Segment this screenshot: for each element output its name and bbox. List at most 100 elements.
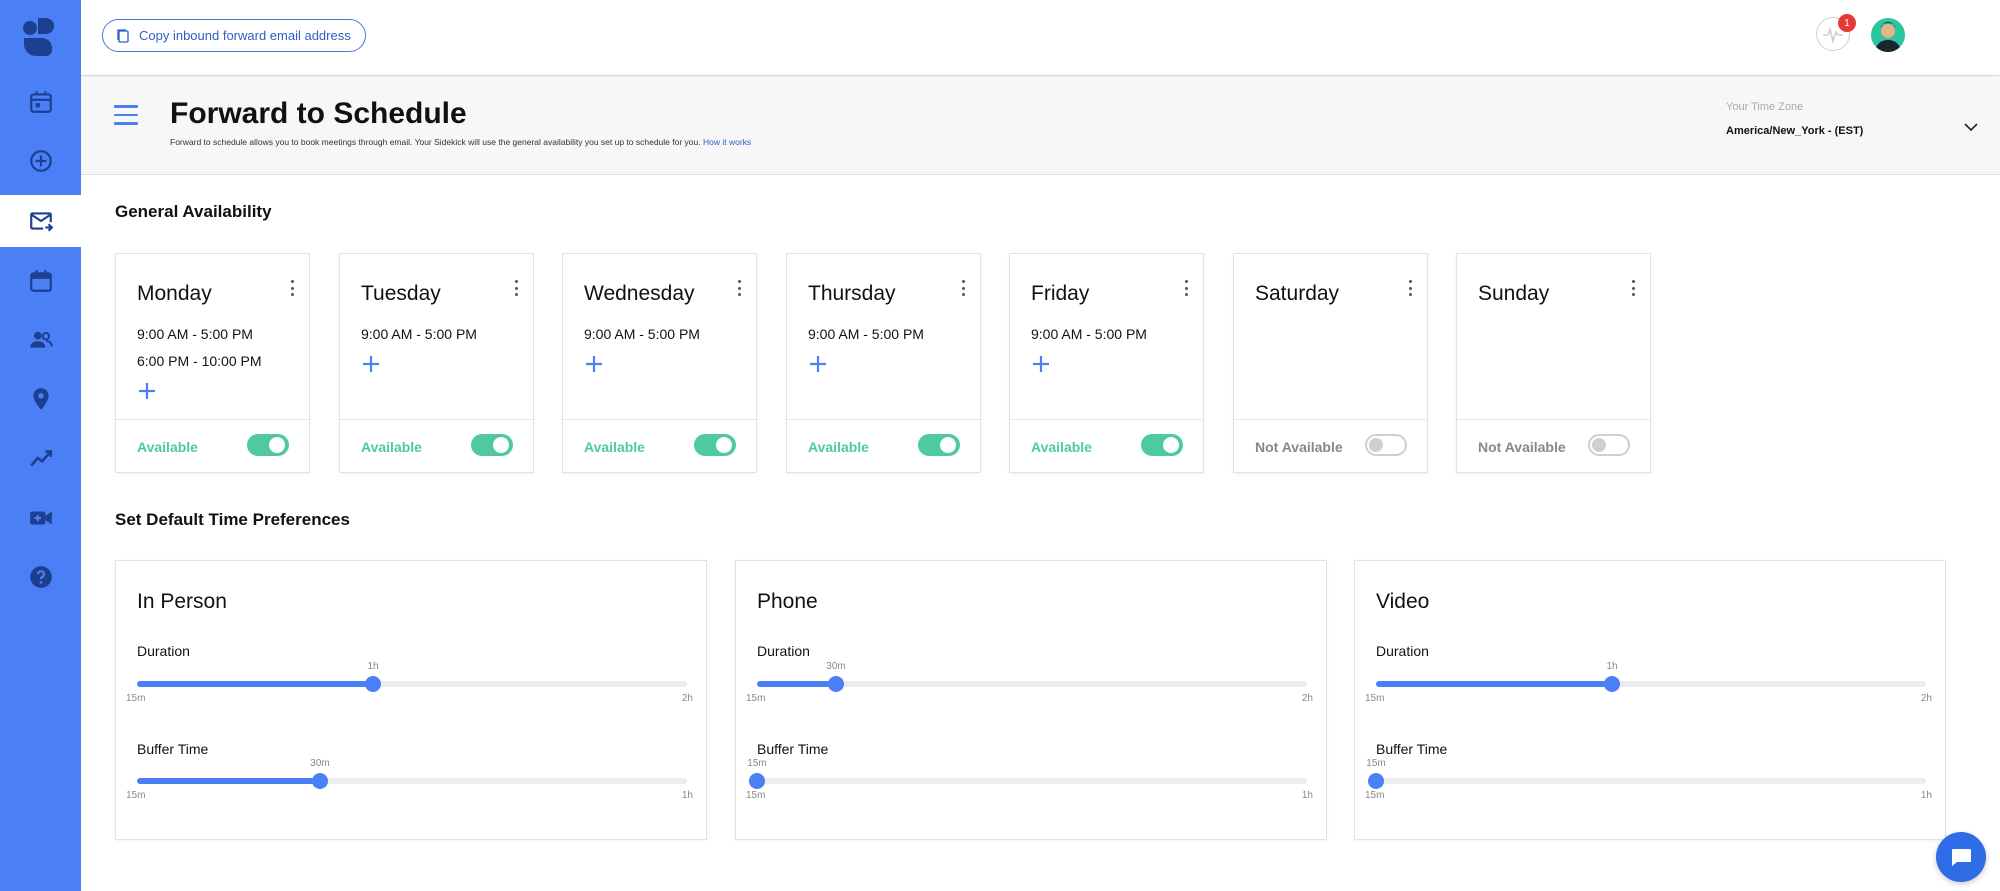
more-vertical-icon[interactable] — [960, 280, 966, 296]
user-avatar[interactable] — [1871, 18, 1905, 52]
sidebar-item-events[interactable] — [0, 76, 81, 128]
buffer-max: 1h — [1301, 790, 1313, 801]
availability-status: Not Available — [1478, 439, 1566, 455]
duration-value: 30m — [826, 661, 846, 672]
page-header: Forward to Schedule Forward to schedule … — [81, 77, 2000, 175]
timezone-select[interactable]: America/New_York - (EST) — [1726, 125, 1863, 137]
buffer-slider-thumb[interactable] — [312, 773, 328, 789]
duration-slider[interactable]: 30m 15m 2h — [746, 661, 1313, 704]
preference-card-phone: Phone Duration 30m 15m 2h Buffer Time 15… — [735, 560, 1327, 840]
day-name: Monday — [137, 282, 212, 305]
time-slot[interactable]: 9:00 AM - 5:00 PM — [1031, 326, 1147, 342]
time-slot[interactable]: 6:00 PM - 10:00 PM — [137, 353, 262, 369]
time-preferences-title: Set Default Time Preferences — [115, 510, 350, 529]
day-footer: Not Available — [1457, 419, 1650, 472]
buffer-label: Buffer Time — [137, 741, 209, 757]
time-slot[interactable]: 9:00 AM - 5:00 PM — [137, 326, 253, 342]
toggle-knob — [1592, 438, 1606, 452]
preference-title: Phone — [757, 590, 818, 613]
day-name: Wednesday — [584, 282, 695, 305]
menu-toggle-icon[interactable] — [114, 105, 138, 127]
availability-toggle[interactable] — [247, 434, 289, 456]
day-footer: Available — [1010, 419, 1203, 472]
sidebar-item-help[interactable] — [0, 551, 81, 603]
time-slot[interactable]: 9:00 AM - 5:00 PM — [361, 326, 477, 342]
time-slot[interactable]: 9:00 AM - 5:00 PM — [808, 326, 924, 342]
duration-label: Duration — [1376, 643, 1429, 659]
copy-icon — [117, 28, 129, 43]
help-icon — [29, 566, 52, 588]
day-footer: Available — [116, 419, 309, 472]
more-vertical-icon[interactable] — [1407, 280, 1413, 296]
duration-label: Duration — [757, 643, 810, 659]
copy-forward-email-label: Copy inbound forward email address — [139, 28, 351, 43]
more-vertical-icon[interactable] — [1630, 280, 1636, 296]
buffer-min: 15m — [746, 790, 766, 801]
sidebar-item-locations[interactable] — [0, 373, 81, 425]
availability-toggle[interactable] — [1588, 434, 1630, 456]
add-time-slot-icon[interactable] — [584, 354, 604, 374]
day-card-monday: Monday 9:00 AM - 5:00 PM 6:00 PM - 10:00 P… — [115, 253, 310, 473]
more-vertical-icon[interactable] — [736, 280, 742, 296]
duration-min: 15m — [126, 693, 146, 704]
buffer-label: Buffer Time — [1376, 741, 1448, 757]
sidebar-item-analytics[interactable] — [0, 432, 81, 484]
chat-button[interactable] — [1936, 832, 1986, 882]
availability-toggle[interactable] — [1141, 434, 1183, 456]
buffer-slider[interactable]: 30m 15m 1h — [126, 758, 693, 801]
sidebar-item-calendar[interactable] — [0, 255, 81, 307]
sidebar-item-contacts[interactable] — [0, 314, 81, 366]
duration-slider[interactable]: 1h 15m 2h — [1365, 661, 1932, 704]
buffer-slider-thumb[interactable] — [1368, 773, 1384, 789]
availability-toggle[interactable] — [694, 434, 736, 456]
more-vertical-icon[interactable] — [513, 280, 519, 296]
duration-slider-thumb[interactable] — [365, 676, 381, 692]
day-footer: Not Available — [1234, 419, 1427, 472]
duration-min: 15m — [746, 693, 766, 704]
add-time-slot-icon[interactable] — [808, 354, 828, 374]
add-time-slot-icon[interactable] — [361, 354, 381, 374]
preference-card-video: Video Duration 1h 15m 2h Buffer Time 15m… — [1354, 560, 1946, 840]
buffer-value: 15m — [747, 758, 767, 769]
duration-slider[interactable]: 1h 15m 2h — [126, 661, 693, 704]
mail-forward-icon — [29, 212, 53, 232]
chat-icon — [1952, 849, 1971, 866]
add-time-slot-icon[interactable] — [137, 381, 157, 401]
preference-card-in-person: In Person Duration 1h 15m 2h Buffer Time… — [115, 560, 707, 840]
buffer-slider-fill — [137, 778, 320, 784]
buffer-value: 15m — [1366, 758, 1386, 769]
availability-status: Available — [137, 439, 198, 455]
user-avatar-icon — [1875, 22, 1901, 52]
more-vertical-icon[interactable] — [289, 280, 295, 296]
chevron-down-icon[interactable] — [1963, 119, 1979, 135]
duration-slider-fill — [137, 681, 373, 687]
copy-forward-email-button[interactable]: Copy inbound forward email address — [102, 19, 366, 52]
availability-toggle[interactable] — [471, 434, 513, 456]
duration-slider-thumb[interactable] — [1604, 676, 1620, 692]
sidebar-item-forward-to-schedule[interactable] — [0, 195, 81, 247]
buffer-slider[interactable]: 15m 15m 1h — [1365, 758, 1932, 801]
availability-toggle[interactable] — [918, 434, 960, 456]
day-card-wednesday: Wednesday 9:00 AM - 5:00 PM Available — [562, 253, 757, 473]
buffer-slider[interactable]: 15m 15m 1h — [746, 758, 1313, 801]
time-slot[interactable]: 9:00 AM - 5:00 PM — [584, 326, 700, 342]
app-logo-icon[interactable] — [18, 14, 62, 58]
toggle-knob — [1369, 438, 1383, 452]
availability-toggle[interactable] — [1365, 434, 1407, 456]
day-card-friday: Friday 9:00 AM - 5:00 PM Available — [1009, 253, 1204, 473]
toggle-knob — [493, 437, 509, 453]
duration-slider-thumb[interactable] — [828, 676, 844, 692]
sidebar-item-create[interactable] — [0, 135, 81, 187]
calendar-icon — [29, 91, 52, 113]
preference-title: Video — [1376, 590, 1430, 613]
sidebar-item-video[interactable] — [0, 492, 81, 544]
notification-badge: 1 — [1838, 14, 1856, 32]
sidebar — [0, 0, 81, 891]
how-it-works-link[interactable]: How it works — [703, 137, 751, 147]
buffer-slider-thumb[interactable] — [749, 773, 765, 789]
day-footer: Available — [340, 419, 533, 472]
buffer-value: 30m — [310, 758, 330, 769]
duration-min: 15m — [1365, 693, 1385, 704]
more-vertical-icon[interactable] — [1183, 280, 1189, 296]
add-time-slot-icon[interactable] — [1031, 354, 1051, 374]
